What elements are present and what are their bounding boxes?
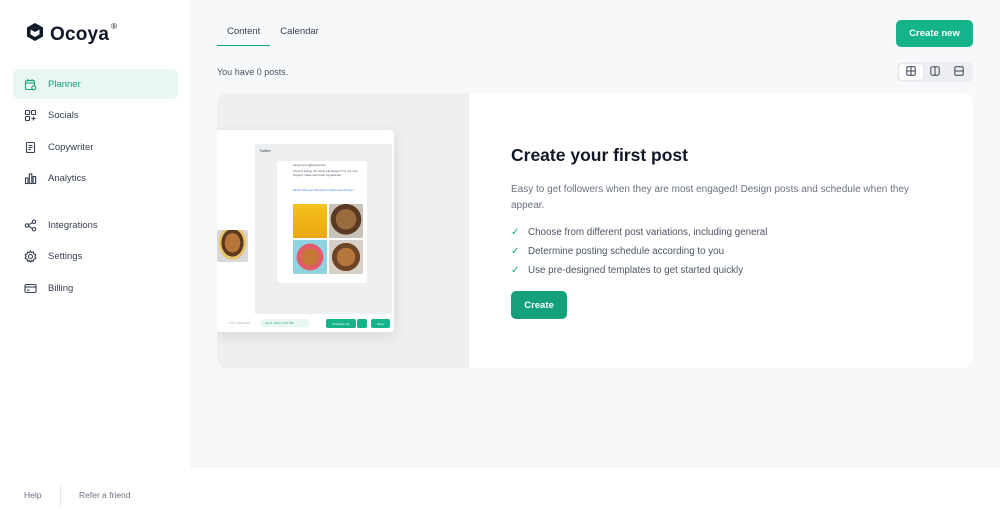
tweet-handle: ocoya.com @ocoya.com — [293, 163, 326, 167]
create-new-button[interactable]: Create new — [896, 20, 973, 47]
posts-count: You have 0 posts. — [217, 67, 289, 77]
sidebar: Ocoya ® Planner Socials Copywriter Analy… — [0, 0, 190, 468]
checkmark-icon: ✓ — [511, 265, 520, 276]
checkmark-icon: ✓ — [511, 246, 520, 257]
empty-state-card: Twitter ocoya.com @ocoya.com Tired of ea… — [217, 93, 973, 368]
help-link[interactable]: Help — [24, 490, 41, 500]
tab-content[interactable]: Content — [217, 20, 271, 46]
tabs: Content Calendar — [217, 20, 329, 46]
ocoya-logo-icon — [26, 22, 44, 47]
preview-panel: Twitter ocoya.com @ocoya.com Tired of ea… — [217, 93, 469, 368]
post-editor-mockup: Twitter ocoya.com @ocoya.com Tired of ea… — [217, 130, 394, 332]
registered-mark: ® — [111, 22, 117, 31]
tweet-tags: #fresh #burgers #foodporn #delicious #bu… — [293, 188, 354, 192]
sidebar-item-copywriter[interactable]: Copywriter — [13, 132, 178, 162]
tweet-image-grid — [293, 204, 363, 274]
footer-divider — [60, 484, 61, 506]
grid-plus-icon — [24, 109, 37, 122]
grid-view-icon — [906, 63, 916, 81]
sidebar-item-label: Analytics — [48, 173, 87, 185]
twitter-label: Twitter — [259, 148, 271, 153]
grid-view-button[interactable] — [899, 64, 923, 80]
document-icon — [24, 141, 37, 154]
logo[interactable]: Ocoya ® — [26, 22, 121, 47]
calendar-icon — [24, 78, 37, 91]
columns-view-button[interactable] — [923, 64, 947, 80]
feature-text: Use pre-designed templates to get starte… — [528, 265, 744, 276]
view-toggle — [897, 62, 973, 82]
feature-item: ✓ Use pre-designed templates to get star… — [511, 261, 767, 280]
checkmark-icon: ✓ — [511, 227, 520, 238]
burger-thumbnail — [217, 230, 248, 262]
tweet-text: Tired of eating the same old burger? Try… — [293, 169, 358, 177]
feature-item: ✓ Choose from different post variations,… — [511, 223, 767, 242]
burger-image — [293, 204, 327, 238]
sidebar-item-analytics[interactable]: Analytics — [13, 164, 178, 194]
sidebar-item-planner[interactable]: Planner — [13, 69, 178, 99]
sidebar-item-label: Planner — [48, 78, 81, 90]
sidebar-item-socials[interactable]: Socials — [13, 101, 178, 131]
empty-state-title: Create your first post — [511, 145, 688, 165]
create-post-button[interactable]: Create — [511, 291, 567, 319]
empty-state-text: Create your first post Easy to get follo… — [469, 93, 973, 368]
share-icon — [24, 219, 37, 232]
sidebar-item-label: Socials — [48, 110, 79, 122]
burger-image — [329, 204, 363, 238]
rows-view-icon — [954, 63, 964, 81]
tab-calendar[interactable]: Calendar — [270, 20, 329, 46]
feature-item: ✓ Determine posting schedule according t… — [511, 242, 767, 261]
feature-text: Determine posting schedule according to … — [528, 246, 725, 257]
sidebar-nav: Planner Socials Copywriter Analytics Int… — [13, 69, 178, 305]
sidebar-item-label: Settings — [48, 251, 83, 263]
timezone-label: UTC (GMT+00) — [229, 321, 250, 325]
feature-text: Choose from different post variations, i… — [528, 227, 768, 238]
sidebar-item-integrations[interactable]: Integrations — [13, 210, 178, 240]
sidebar-item-label: Billing — [48, 283, 74, 295]
sidebar-item-billing[interactable]: Billing — [13, 274, 178, 304]
columns-view-icon — [930, 63, 940, 81]
sidebar-item-label: Copywriter — [48, 141, 94, 153]
bar-chart-icon — [24, 172, 37, 185]
footer: Help Refer a friend — [0, 468, 1000, 521]
schedule-dropdown — [357, 319, 367, 328]
empty-state-description: Easy to get followers when they are most… — [511, 184, 910, 211]
burger-image — [329, 240, 363, 274]
save-button: Save — [371, 319, 390, 328]
rows-view-button[interactable] — [947, 64, 971, 80]
refer-friend-link[interactable]: Refer a friend — [79, 490, 131, 500]
credit-card-icon — [24, 282, 37, 295]
feature-list: ✓ Choose from different post variations,… — [511, 223, 767, 280]
sidebar-item-settings[interactable]: Settings — [13, 242, 178, 272]
sidebar-item-label: Integrations — [48, 219, 98, 231]
gear-icon — [24, 250, 37, 264]
logo-text: Ocoya — [50, 23, 110, 45]
main-content: Content Calendar Create new You have 0 p… — [190, 0, 1000, 468]
schedule-button: Schedule (4) — [326, 319, 356, 328]
date-pill: Apr 5, 2023, 3:33 PM — [260, 319, 310, 327]
burger-image — [293, 240, 327, 274]
